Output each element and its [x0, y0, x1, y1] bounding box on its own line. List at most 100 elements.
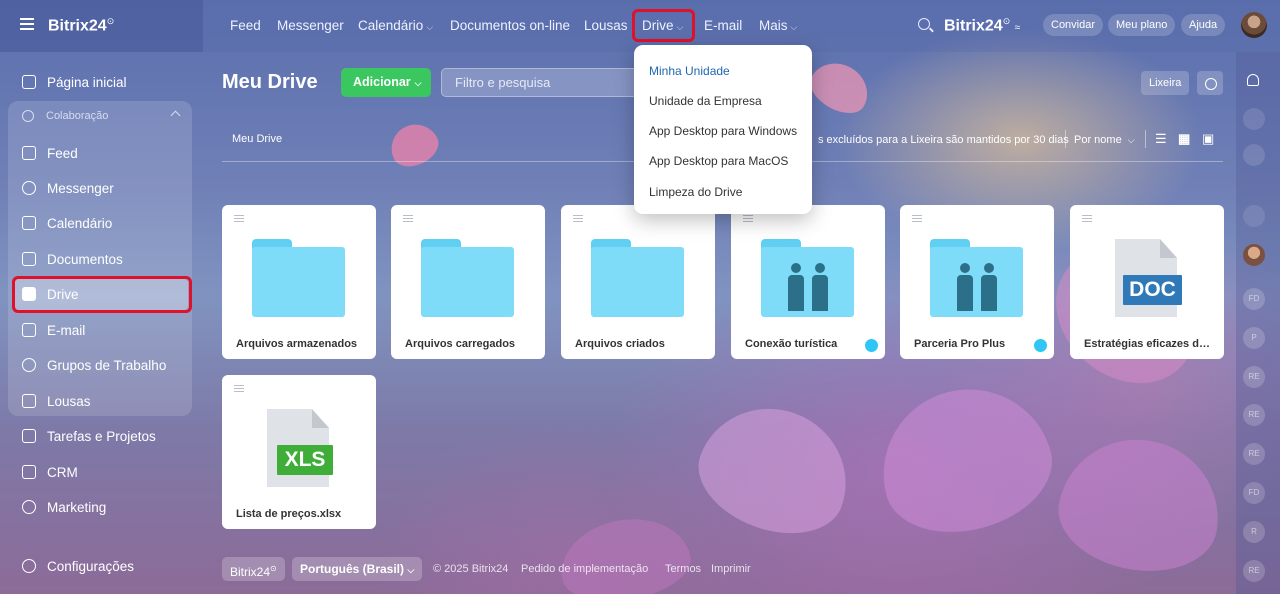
file-card[interactable]: Conexão turística	[731, 205, 885, 359]
breadcrumb[interactable]: Meu Drive	[232, 133, 282, 145]
nav-feed[interactable]: Feed	[230, 18, 261, 33]
rail-avatar[interactable]: RE	[1243, 443, 1265, 465]
hamburger-menu-icon[interactable]	[20, 18, 34, 30]
menu-item-minha-unidade[interactable]: Minha Unidade	[649, 64, 730, 78]
nav-calendario[interactable]: Calendário ⌵	[358, 18, 433, 33]
menu-item-limpeza[interactable]: Limpeza do Drive	[649, 185, 742, 199]
home-icon	[22, 75, 36, 89]
drag-handle-icon[interactable]	[1082, 215, 1092, 222]
list-view-icon[interactable]: ☰	[1155, 132, 1168, 145]
large-grid-view-icon[interactable]: ▣	[1202, 132, 1215, 145]
group-icon	[22, 358, 36, 372]
language-selector[interactable]: Português (Brasil) ⌵	[292, 557, 423, 581]
file-card[interactable]: Arquivos criados	[561, 205, 715, 359]
rail-avatar[interactable]: RE	[1243, 366, 1265, 388]
sidebar-item-grupos[interactable]: Grupos de Trabalho	[22, 355, 166, 375]
settings-gear-icon[interactable]	[1197, 71, 1223, 95]
grid-view-icon[interactable]: ▦	[1178, 132, 1191, 145]
file-name: Estratégias eficazes de ma...	[1084, 338, 1212, 350]
search-icon[interactable]	[918, 18, 930, 30]
file-card[interactable]: Parceria Pro Plus	[900, 205, 1054, 359]
nav-documentos-online[interactable]: Documentos on-line	[450, 18, 570, 33]
collaboration-header[interactable]: Colaboração	[22, 110, 108, 122]
sidebar-item-label: Feed	[47, 145, 78, 161]
sidebar-item-email[interactable]: E-mail	[22, 320, 85, 340]
nav-lousas[interactable]: Lousas	[584, 18, 628, 33]
rail-avatar[interactable]	[1243, 244, 1265, 266]
rail-avatar[interactable]: RE	[1243, 560, 1265, 582]
sidebar-item-lousas[interactable]: Lousas	[22, 391, 91, 411]
file-card[interactable]: XLS Lista de preços.xlsx	[222, 375, 376, 529]
sidebar-item-tarefas[interactable]: Tarefas e Projetos	[22, 426, 156, 446]
flower-decoration	[864, 370, 1066, 550]
rail-avatar[interactable]	[1243, 205, 1265, 227]
chat-icon[interactable]	[1243, 144, 1265, 166]
nav-mais[interactable]: Mais ⌵	[759, 18, 797, 33]
help-button[interactable]: Ajuda	[1181, 14, 1226, 36]
nav-drive[interactable]: Drive ⌵	[642, 18, 683, 33]
rail-avatar[interactable]: RE	[1243, 404, 1265, 426]
drag-handle-icon[interactable]	[743, 215, 753, 222]
divider	[1145, 130, 1146, 148]
file-name: Lista de preços.xlsx	[236, 508, 342, 520]
invite-button[interactable]: Convidar	[1043, 14, 1104, 36]
file-name: Arquivos carregados	[405, 338, 516, 350]
menu-item-unidade-empresa[interactable]: Unidade da Empresa	[649, 94, 762, 108]
file-card[interactable]: DOC Estratégias eficazes de ma...	[1070, 205, 1224, 359]
footer-link-termos[interactable]: Termos	[665, 563, 701, 575]
folder-icon	[252, 239, 345, 317]
drive-dropdown-menu: Minha Unidade Unidade da Empresa App Des…	[634, 45, 812, 214]
nav-email[interactable]: E-mail	[704, 18, 742, 33]
menu-item-app-macos[interactable]: App Desktop para MacOS	[649, 154, 788, 168]
sidebar-item-settings[interactable]: Configurações	[22, 556, 134, 576]
activity-icon[interactable]	[1243, 108, 1265, 130]
sidebar-item-feed[interactable]: Feed	[22, 143, 78, 163]
my-plan-button[interactable]: Meu plano	[1108, 14, 1176, 36]
drive-icon	[22, 287, 36, 301]
rail-avatar[interactable]: FD	[1243, 288, 1265, 310]
language-label: Português (Brasil)	[300, 562, 405, 576]
footer-brand-mark: ⊙	[270, 564, 277, 573]
drag-handle-icon[interactable]	[234, 385, 244, 392]
mail-icon	[22, 323, 36, 337]
flower-decoration	[1049, 427, 1231, 583]
file-name: Arquivos armazenados	[236, 338, 358, 350]
bell-icon[interactable]	[1247, 74, 1259, 86]
shared-badge-icon	[865, 339, 878, 352]
footer-brand-button[interactable]: Bitrix24⊙	[222, 557, 285, 581]
trash-button[interactable]: Lixeira	[1141, 71, 1190, 95]
nav-messenger[interactable]: Messenger	[277, 18, 344, 33]
nav-label: E-mail	[704, 18, 743, 33]
sort-dropdown[interactable]: Por nome ⌵	[1074, 134, 1135, 146]
folder-icon	[591, 239, 684, 317]
drag-handle-icon[interactable]	[912, 215, 922, 222]
file-card[interactable]: Arquivos armazenados	[222, 205, 376, 359]
flower-decoration	[802, 53, 878, 122]
chevron-down-icon: ⌵	[414, 78, 422, 88]
rail-avatar[interactable]: FD	[1243, 482, 1265, 504]
sidebar-item-drive[interactable]: Drive	[22, 284, 79, 304]
bitrix24-logo[interactable]: Bitrix24⊙	[48, 16, 114, 35]
drag-handle-icon[interactable]	[234, 215, 244, 222]
footer-link-implementacao[interactable]: Pedido de implementação	[521, 563, 648, 575]
drag-handle-icon[interactable]	[403, 215, 413, 222]
sidebar-item-label: Lousas	[47, 393, 91, 409]
sidebar-item-marketing[interactable]: Marketing	[22, 497, 106, 517]
file-card[interactable]: Arquivos carregados	[391, 205, 545, 359]
add-button[interactable]: Adicionar ⌵	[341, 68, 431, 97]
brand-logo: Bitrix24⊙ ≈	[944, 16, 1020, 35]
sidebar-item-messenger[interactable]: Messenger	[22, 178, 114, 198]
drag-handle-icon[interactable]	[573, 215, 583, 222]
filter-search-input[interactable]: Filtro e pesquisa	[441, 68, 641, 97]
sidebar-item-calendario[interactable]: Calendário	[22, 213, 112, 233]
sidebar-item-crm[interactable]: CRM	[22, 462, 78, 482]
rail-avatar[interactable]: P	[1243, 327, 1265, 349]
footer-link-imprimir[interactable]: Imprimir	[711, 563, 751, 575]
menu-item-app-windows[interactable]: App Desktop para Windows	[649, 124, 797, 138]
sidebar-item-home[interactable]: Página inicial	[22, 72, 127, 92]
sidebar-item-documentos[interactable]: Documentos	[22, 249, 123, 269]
rail-avatar[interactable]: R	[1243, 521, 1265, 543]
user-avatar[interactable]	[1241, 12, 1267, 38]
settings-sliders-icon[interactable]: ≈	[1015, 22, 1021, 33]
add-label: Adicionar	[353, 75, 411, 89]
